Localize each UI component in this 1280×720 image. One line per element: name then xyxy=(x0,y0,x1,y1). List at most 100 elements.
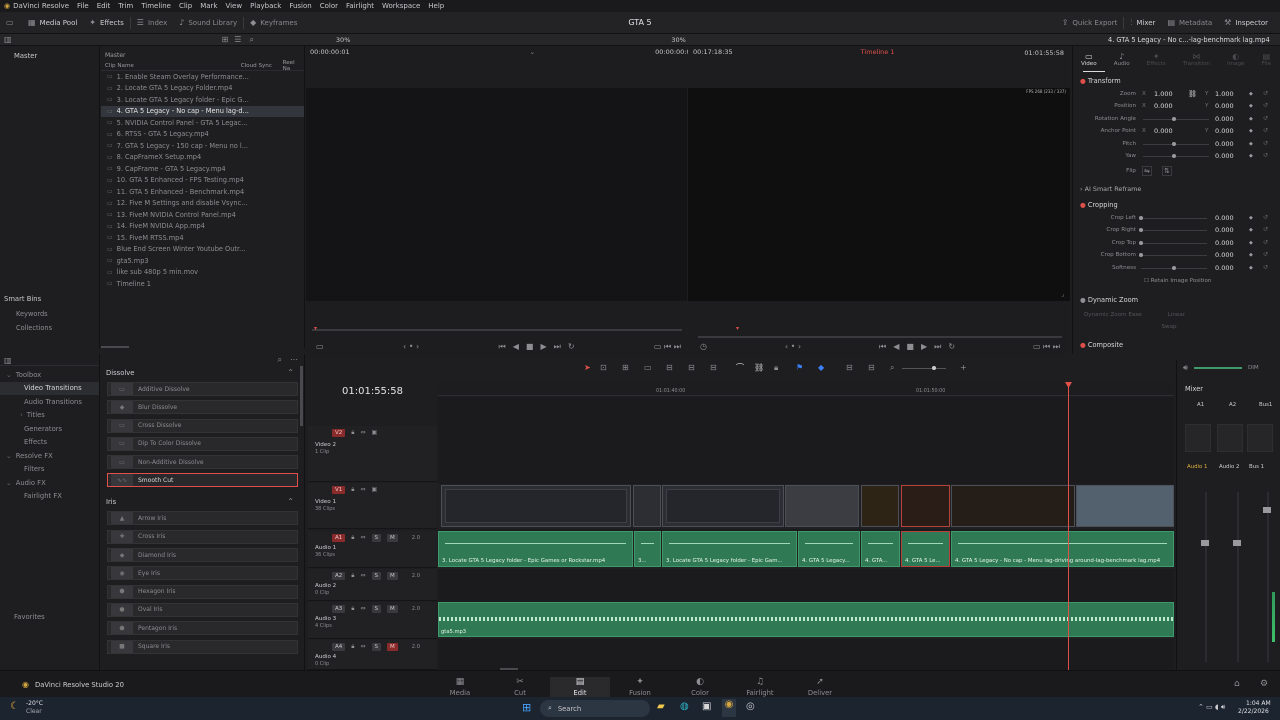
video-clip[interactable] xyxy=(785,485,859,527)
audio1-clip[interactable]: 3... xyxy=(634,531,661,567)
media-pool-clip[interactable]: ▭ 6. RTSS - GTA 5 Legacy.mp4 xyxy=(101,129,304,141)
lock-track-icon[interactable]: 🔒︎ xyxy=(351,487,354,493)
favorites-header[interactable]: Favorites xyxy=(14,613,45,621)
transition-item[interactable]: ▲ Arrow Iris xyxy=(107,511,298,526)
obs-icon[interactable]: ◎ xyxy=(746,701,755,712)
inspector-tab-audio[interactable]: ♪ Audio xyxy=(1114,52,1130,67)
inspector-slider[interactable] xyxy=(1141,230,1207,231)
media-pool-clip[interactable]: ▭ 12. Five M Settings and disable Vsync..… xyxy=(101,198,304,210)
toolbox-item[interactable]: Effects xyxy=(0,436,99,450)
menu-workspace[interactable]: Workspace xyxy=(382,2,420,10)
reset-icon[interactable]: ↺ xyxy=(1263,102,1268,109)
inspector-tab-transition[interactable]: ⋈ Transition xyxy=(1183,52,1210,67)
reset-icon[interactable]: ↺ xyxy=(1263,152,1268,159)
inspector-slider[interactable] xyxy=(1141,218,1207,219)
media-pool-clip[interactable]: ▭ 5. NVIDIA Control Panel - GTA 5 Legac..… xyxy=(101,117,304,129)
transition-item[interactable]: ✚ Cross Iris xyxy=(107,529,298,544)
effects-more-icon[interactable]: ⋯ xyxy=(290,356,298,364)
inspector-slider[interactable] xyxy=(1143,156,1209,157)
fader-handle[interactable] xyxy=(1233,540,1241,546)
keyframe-icon[interactable]: ◆ xyxy=(1249,128,1253,134)
home-icon[interactable]: ⌂ xyxy=(1234,679,1240,689)
lock-track-icon[interactable]: 🔒︎ xyxy=(351,573,354,579)
page-tab-edit[interactable]: ▤ Edit xyxy=(550,677,610,697)
match-frame-icon[interactable]: ▭ ⏮ ⏭ xyxy=(654,343,681,351)
tl-match-frame-icon[interactable]: ▭ ⏮ ⏭ xyxy=(1033,343,1060,351)
playhead[interactable] xyxy=(1068,382,1069,670)
snapping-icon[interactable]: ⌒ xyxy=(736,364,744,372)
transition-item[interactable]: ◉ Eye Iris xyxy=(107,566,298,581)
mixer-strip-label[interactable]: Bus 1 xyxy=(1249,464,1264,470)
inspector-slider[interactable] xyxy=(1143,144,1209,145)
inspector-value[interactable]: 0.000 xyxy=(1215,214,1234,222)
tl-reverse-icon[interactable]: ◀ xyxy=(893,343,899,351)
mixer-strip-label[interactable]: Audio 2 xyxy=(1219,464,1239,470)
solo-button[interactable]: S xyxy=(371,534,381,542)
page-tab-cut[interactable]: ✂ Cut xyxy=(490,677,550,697)
menu-fusion[interactable]: Fusion xyxy=(289,2,311,10)
src-reverse-icon[interactable]: ◀ xyxy=(513,343,519,351)
keyframe-icon[interactable]: ◆ xyxy=(1249,91,1253,97)
page-tab-media[interactable]: ▦ Media xyxy=(430,677,490,697)
tl-stop-icon[interactable]: ■ xyxy=(906,343,914,351)
page-tab-fusion[interactable]: ✦ Fusion xyxy=(610,677,670,697)
track-header-a3[interactable]: A3 🔒︎ ⇔ S M 2.0 Audio 34 Clips xyxy=(308,602,437,639)
transition-item[interactable]: ▭ Dip To Color Dissolve xyxy=(107,436,298,451)
menu-timeline[interactable]: Timeline xyxy=(141,2,171,10)
inspector-value[interactable]: 0.000 xyxy=(1215,140,1234,148)
media-pool-button[interactable]: ▦ Media Pool xyxy=(22,12,83,34)
menu-help[interactable]: Help xyxy=(428,2,444,10)
keyframe-icon[interactable]: ◆ xyxy=(1249,240,1253,246)
transition-item[interactable]: ▭ Non-Additive Dissolve xyxy=(107,455,298,470)
inspector-slider[interactable] xyxy=(1143,119,1209,120)
dz-swap-button[interactable]: Swap xyxy=(1150,324,1188,330)
media-pool-clip[interactable]: ▭ Timeline 1 xyxy=(101,278,304,290)
quick-export-button[interactable]: ⇪ Quick Export xyxy=(1056,12,1124,34)
clock-date[interactable]: 2/22/2026 xyxy=(1238,708,1269,715)
keyframe-icon[interactable]: ◆ xyxy=(1249,215,1253,221)
inspector-value[interactable]: 0.000 xyxy=(1215,264,1234,272)
toolbox-item[interactable]: Filters xyxy=(0,463,99,477)
src-play-icon[interactable]: ▶ xyxy=(540,343,546,351)
track-id[interactable]: V2 xyxy=(332,429,346,437)
video-clip[interactable] xyxy=(951,485,1075,527)
panel-toggle-icon[interactable]: ▥ xyxy=(4,357,12,365)
track-header-a2[interactable]: A2 🔒︎ ⇔ S M 2.0 Audio 20 Clip xyxy=(308,569,437,601)
zoom-custom-icon[interactable]: ⌕ xyxy=(890,364,894,372)
resolve-taskbar-icon[interactable]: ◉ xyxy=(722,699,736,717)
keyframe-icon[interactable]: ◆ xyxy=(1249,116,1253,122)
auto-select-icon[interactable]: ⇔ xyxy=(360,535,365,541)
dim-button[interactable]: DIM xyxy=(1248,365,1259,371)
media-pool-clip[interactable]: ▭ 13. FiveM NVIDIA Control Panel.mp4 xyxy=(101,209,304,221)
audio1-clip[interactable]: 4. GTA 5 Le... xyxy=(901,531,950,567)
transition-item[interactable]: ⬢ Hexagon Iris xyxy=(107,584,298,599)
flag-icon[interactable]: ⚑ xyxy=(796,364,803,372)
retain-checkbox[interactable]: ☐ Retain Image Position xyxy=(1144,278,1211,284)
metadata-button[interactable]: ▤ Metadata xyxy=(1161,12,1218,34)
video-clip[interactable] xyxy=(1076,485,1174,527)
audio1-clip[interactable]: 3. Locate GTA 5 Legacy folder - Epic Gam… xyxy=(662,531,797,567)
inspector-value[interactable]: 0.000 xyxy=(1215,226,1234,234)
dissolve-header[interactable]: Dissolve xyxy=(106,369,134,377)
keyframe-icon[interactable]: ◆ xyxy=(1249,227,1253,233)
menu-mark[interactable]: Mark xyxy=(200,2,217,10)
timeline-ruler[interactable]: 01:01:40:00 01:01:50:00 xyxy=(438,382,1174,396)
transition-item[interactable]: ⬟ Pentagon Iris xyxy=(107,621,298,636)
iris-header[interactable]: Iris xyxy=(106,498,116,506)
source-zoom[interactable]: 30% xyxy=(336,36,350,44)
search-icon[interactable]: ⌕ xyxy=(249,35,253,44)
viewer-options-icon[interactable]: ▭ xyxy=(316,343,324,351)
lock-track-icon[interactable]: 🔒︎ xyxy=(351,430,354,436)
inspector-slider[interactable] xyxy=(1141,243,1207,244)
track-header-v2[interactable]: V2 🔒︎ ⇔ ▣ Video 21 Clip xyxy=(308,426,437,482)
auto-select-icon[interactable]: ⇔ xyxy=(360,573,365,579)
auto-select-icon[interactable]: ⇔ xyxy=(360,487,365,493)
menu-fairlight[interactable]: Fairlight xyxy=(346,2,374,10)
media-pool-clip[interactable]: ▭ 4. GTA 5 Legacy - No cap - Menu lag-d..… xyxy=(101,105,304,117)
inspector-tab-video[interactable]: ▭ Video xyxy=(1081,52,1097,67)
inspector-tab-image[interactable]: ◐ Image xyxy=(1227,52,1245,67)
inspector-tab-file[interactable]: ▤ File xyxy=(1262,52,1271,67)
col-clip-name[interactable]: Clip Name xyxy=(101,63,241,69)
sort-icon[interactable]: ☰ xyxy=(234,35,241,44)
track-header-a4[interactable]: A4 🔒︎ ⇔ S M 2.0 Audio 40 Clip xyxy=(308,640,437,670)
